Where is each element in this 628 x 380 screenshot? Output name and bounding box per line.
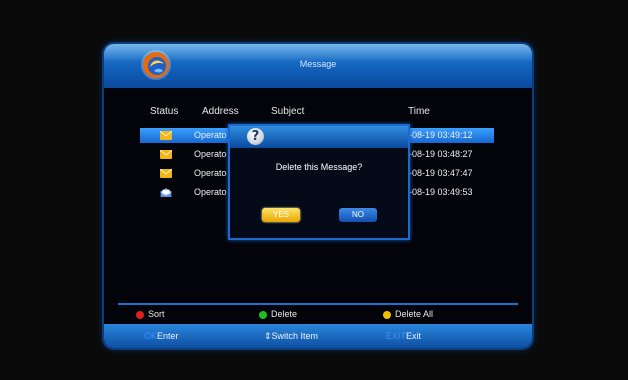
dialog-message: Delete this Message? <box>275 162 363 172</box>
green-key-icon <box>259 311 267 319</box>
column-header-status: Status <box>150 106 179 117</box>
switch-item-hint: ⇕Switch Item <box>264 331 318 342</box>
yes-button[interactable]: YES <box>262 208 300 222</box>
message-time: 1-08-19 03:49:12 <box>404 130 473 140</box>
ok-enter-hint: OKEnter <box>144 331 179 341</box>
column-header-address: Address <box>202 106 239 117</box>
envelope-icon <box>160 131 172 140</box>
bottom-hint-bar: OKEnter ⇕Switch Item EXITExit <box>104 324 532 348</box>
column-header-subject: Subject <box>271 106 305 117</box>
message-address: Operato <box>194 130 227 140</box>
delete-confirm-dialog: ? Delete this Message? YES NO <box>228 124 410 240</box>
window-title: Message <box>299 59 337 69</box>
question-icon: ? <box>247 128 264 145</box>
message-address: Operato <box>194 149 227 159</box>
footer-divider <box>118 303 518 305</box>
title-bar: Message <box>104 44 532 88</box>
message-window: Message Status Address Subject Time Oper… <box>104 44 532 348</box>
sort-hint[interactable]: Sort <box>148 309 165 319</box>
open-envelope-icon <box>160 188 172 197</box>
no-button[interactable]: NO <box>339 208 377 222</box>
ok-enter-label: Enter <box>157 331 179 341</box>
exit-hint: EXITExit <box>386 331 421 341</box>
message-time: 1-08-19 03:49:53 <box>404 187 473 197</box>
message-time: 1-08-19 03:47:47 <box>404 168 473 178</box>
message-time: 1-08-19 03:48:27 <box>404 149 473 159</box>
envelope-icon <box>160 169 172 178</box>
switch-item-label: Switch Item <box>271 331 319 341</box>
yellow-key-icon <box>383 311 391 319</box>
exit-label: Exit <box>406 331 422 341</box>
dialog-title-bar: ? <box>230 126 408 148</box>
up-down-arrows-icon: ⇕ <box>264 331 272 341</box>
tv-screen: Message Status Address Subject Time Oper… <box>0 0 628 380</box>
envelope-icon <box>160 150 172 159</box>
ok-key-label: OK <box>144 331 158 341</box>
exit-key-label: EXIT <box>386 331 407 341</box>
column-header-time: Time <box>408 106 430 117</box>
message-address: Operato <box>194 187 227 197</box>
message-address: Operato <box>194 168 227 178</box>
delete-hint[interactable]: Delete <box>271 309 297 319</box>
red-key-icon <box>136 311 144 319</box>
delete-all-hint[interactable]: Delete All <box>395 309 433 319</box>
